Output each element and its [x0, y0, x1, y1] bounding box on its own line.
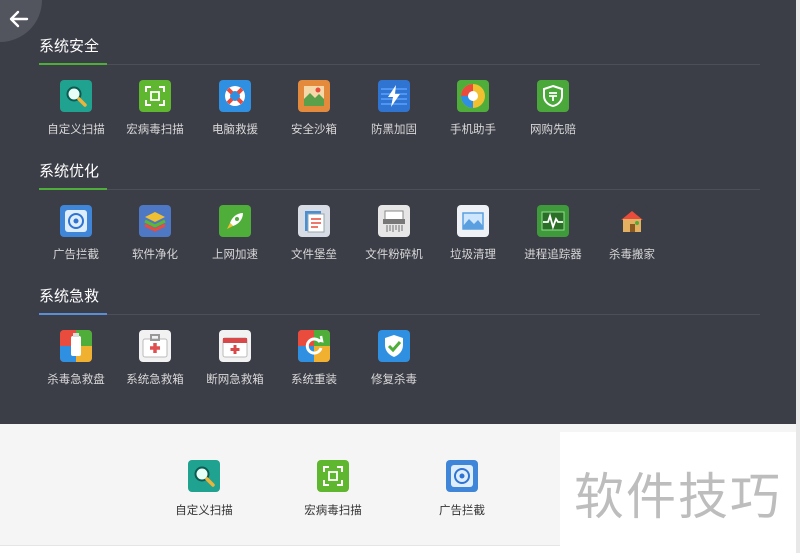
tool-phone-assistant[interactable]: 手机助手: [433, 80, 513, 140]
tool-ad-block[interactable]: 广告拦截: [36, 205, 116, 265]
tool-antivirus-move[interactable]: 杀毒搬家: [592, 205, 672, 265]
target-icon: [60, 205, 92, 237]
scan-frame-icon: [139, 80, 171, 112]
tool-shopping-guarantee[interactable]: 网购先赔: [513, 80, 593, 140]
section-title-security: 系统安全: [39, 37, 100, 55]
tools-panel: 系统安全 自定义扫描 宏病毒扫描 电脑救援 安全沙箱 防黑加固 手机助手 网购先…: [0, 0, 797, 424]
rocket-icon: [219, 205, 251, 237]
layers-icon: [139, 205, 171, 237]
repair-shield-icon: [378, 330, 410, 362]
tool-process-tracker[interactable]: 进程追踪器: [513, 205, 593, 265]
watermark-text: 软件技巧: [574, 467, 782, 526]
pinned-custom-scan[interactable]: 自定义扫描: [159, 460, 249, 520]
pinned-label: 自定义扫描: [175, 503, 233, 517]
back-arrow-icon: [9, 10, 29, 28]
tool-label: 自定义扫描: [47, 122, 105, 136]
pinned-ad-block[interactable]: 广告拦截: [417, 460, 507, 520]
tool-label: 系统急救箱: [126, 372, 184, 386]
first-aid-kit-icon: [139, 330, 171, 362]
sandbox-icon: [298, 80, 330, 112]
tool-sandbox[interactable]: 安全沙箱: [274, 80, 354, 140]
tool-macro-virus-scan[interactable]: 宏病毒扫描: [115, 80, 195, 140]
tool-network-rescue-kit[interactable]: 断网急救箱: [195, 330, 275, 390]
lightning-shield-icon: [378, 80, 410, 112]
tool-label: 电脑救援: [212, 122, 258, 136]
tool-system-reinstall[interactable]: 系统重装: [274, 330, 354, 390]
tool-junk-clean[interactable]: 垃圾清理: [433, 205, 513, 265]
section-title-optimize: 系统优化: [39, 162, 100, 180]
section-title-rescue: 系统急救: [39, 287, 100, 305]
scan-frame-icon: [317, 460, 349, 492]
section-divider: [39, 64, 760, 65]
shredder-icon: [378, 205, 410, 237]
tool-pc-rescue[interactable]: 电脑救援: [195, 80, 275, 140]
tool-rescue-disk[interactable]: 杀毒急救盘: [36, 330, 116, 390]
pinned-label: 宏病毒扫描: [304, 503, 362, 517]
tool-software-purify[interactable]: 软件净化: [115, 205, 195, 265]
tool-repair-antivirus[interactable]: 修复杀毒: [354, 330, 434, 390]
usb-rescue-icon: [60, 330, 92, 362]
tool-anti-hack[interactable]: 防黑加固: [354, 80, 434, 140]
tool-net-accelerate[interactable]: 上网加速: [195, 205, 275, 265]
section-divider: [39, 314, 760, 315]
tool-label: 广告拦截: [53, 247, 99, 261]
magnifier-icon: [60, 80, 92, 112]
section-accent: [39, 63, 107, 65]
tool-label: 垃圾清理: [450, 247, 496, 261]
watermark: 软件技巧: [560, 432, 796, 553]
tool-label: 系统重装: [291, 372, 337, 386]
pinned-macro-virus-scan[interactable]: 宏病毒扫描: [288, 460, 378, 520]
house-icon: [616, 205, 648, 237]
tool-system-rescue-kit[interactable]: 系统急救箱: [115, 330, 195, 390]
section-accent: [39, 313, 107, 315]
tool-label: 杀毒急救盘: [47, 372, 105, 386]
tool-label: 文件粉碎机: [365, 247, 423, 261]
tool-label: 防黑加固: [371, 122, 417, 136]
phone-ball-icon: [457, 80, 489, 112]
pinned-label: 广告拦截: [439, 503, 485, 517]
magnifier-icon: [188, 460, 220, 492]
tool-file-vault[interactable]: 文件堡垒: [274, 205, 354, 265]
broom-landscape-icon: [457, 205, 489, 237]
tool-label: 宏病毒扫描: [126, 122, 184, 136]
tool-label: 软件净化: [132, 247, 178, 261]
tool-label: 上网加速: [212, 247, 258, 261]
refresh-icon: [298, 330, 330, 362]
tool-label: 进程追踪器: [524, 247, 582, 261]
file-vault-icon: [298, 205, 330, 237]
tool-label: 修复杀毒: [371, 372, 417, 386]
back-button[interactable]: [0, 0, 42, 42]
tool-file-shredder[interactable]: 文件粉碎机: [354, 205, 434, 265]
section-accent: [39, 188, 107, 190]
network-aid-icon: [219, 330, 251, 362]
tool-label: 手机助手: [450, 122, 496, 136]
tool-label: 断网急救箱: [206, 372, 264, 386]
target-icon: [446, 460, 478, 492]
tool-label: 安全沙箱: [291, 122, 337, 136]
lifebuoy-icon: [219, 80, 251, 112]
section-divider: [39, 189, 760, 190]
tool-label: 杀毒搬家: [609, 247, 655, 261]
tool-label: 文件堡垒: [291, 247, 337, 261]
pulse-icon: [537, 205, 569, 237]
shop-shield-icon: [537, 80, 569, 112]
window-edge: [796, 0, 800, 553]
tool-custom-scan[interactable]: 自定义扫描: [36, 80, 116, 140]
tool-label: 网购先赔: [530, 122, 576, 136]
